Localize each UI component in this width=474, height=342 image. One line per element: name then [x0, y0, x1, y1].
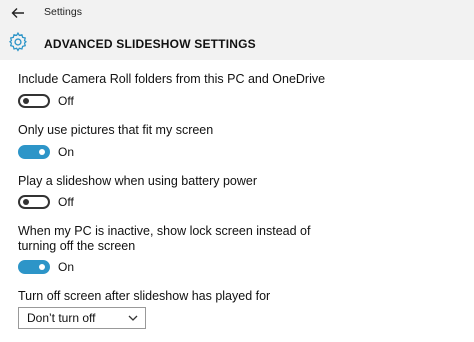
back-button[interactable] — [8, 3, 28, 23]
window-title: Settings — [44, 6, 82, 18]
fit-screen-state: On — [58, 145, 75, 159]
lock-screen-label: When my PC is inactive, show lock screen… — [18, 224, 311, 253]
title-bar: Settings — [0, 0, 474, 26]
camera-roll-state: Off — [58, 94, 74, 108]
page-title: ADVANCED SLIDESHOW SETTINGS — [44, 37, 256, 51]
back-arrow-icon — [11, 8, 24, 18]
battery-power-label: Play a slideshow when using battery powe… — [18, 174, 258, 188]
toggle-knob — [39, 264, 45, 270]
dropdown-selected-value: Don’t turn off — [27, 311, 96, 325]
screen-off-label: Turn off screen after slideshow has play… — [18, 289, 271, 303]
battery-power-state: Off — [58, 195, 74, 209]
toggle-knob — [23, 98, 29, 104]
lock-screen-state: On — [58, 260, 75, 274]
screen-off-dropdown[interactable]: Don’t turn off — [18, 307, 146, 329]
toggle-knob — [23, 199, 29, 205]
battery-power-toggle[interactable] — [18, 195, 50, 209]
lock-screen-toggle[interactable] — [18, 260, 50, 274]
chevron-down-icon — [128, 315, 138, 321]
toggle-knob — [39, 149, 45, 155]
gear-icon — [8, 31, 27, 52]
camera-roll-label: Include Camera Roll folders from this PC… — [18, 72, 326, 86]
fit-screen-toggle[interactable] — [18, 145, 50, 159]
fit-screen-label: Only use pictures that fit my screen — [18, 123, 214, 137]
camera-roll-toggle[interactable] — [18, 94, 50, 108]
page-header: ADVANCED SLIDESHOW SETTINGS — [0, 26, 474, 60]
